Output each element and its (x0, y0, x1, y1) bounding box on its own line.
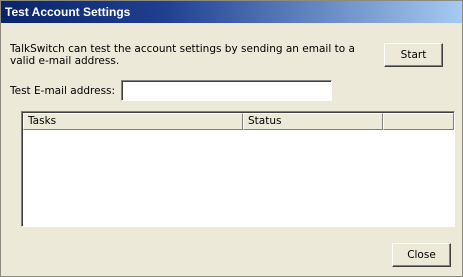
description-text: TalkSwitch can test the account settings… (10, 43, 355, 67)
column-header-tasks[interactable]: Tasks (23, 113, 243, 130)
dialog-title: Test Account Settings (1, 1, 462, 23)
start-button[interactable]: Start (384, 43, 443, 67)
test-email-input[interactable] (121, 80, 332, 101)
column-header-status[interactable]: Status (243, 113, 383, 130)
list-header: Tasks Status (23, 113, 454, 130)
column-header-filler (383, 113, 454, 130)
test-account-settings-dialog: Test Account Settings TalkSwitch can tes… (0, 0, 463, 277)
task-status-list[interactable]: Tasks Status (21, 111, 455, 227)
close-button[interactable]: Close (392, 243, 451, 267)
test-email-label: Test E-mail address: (10, 85, 116, 97)
